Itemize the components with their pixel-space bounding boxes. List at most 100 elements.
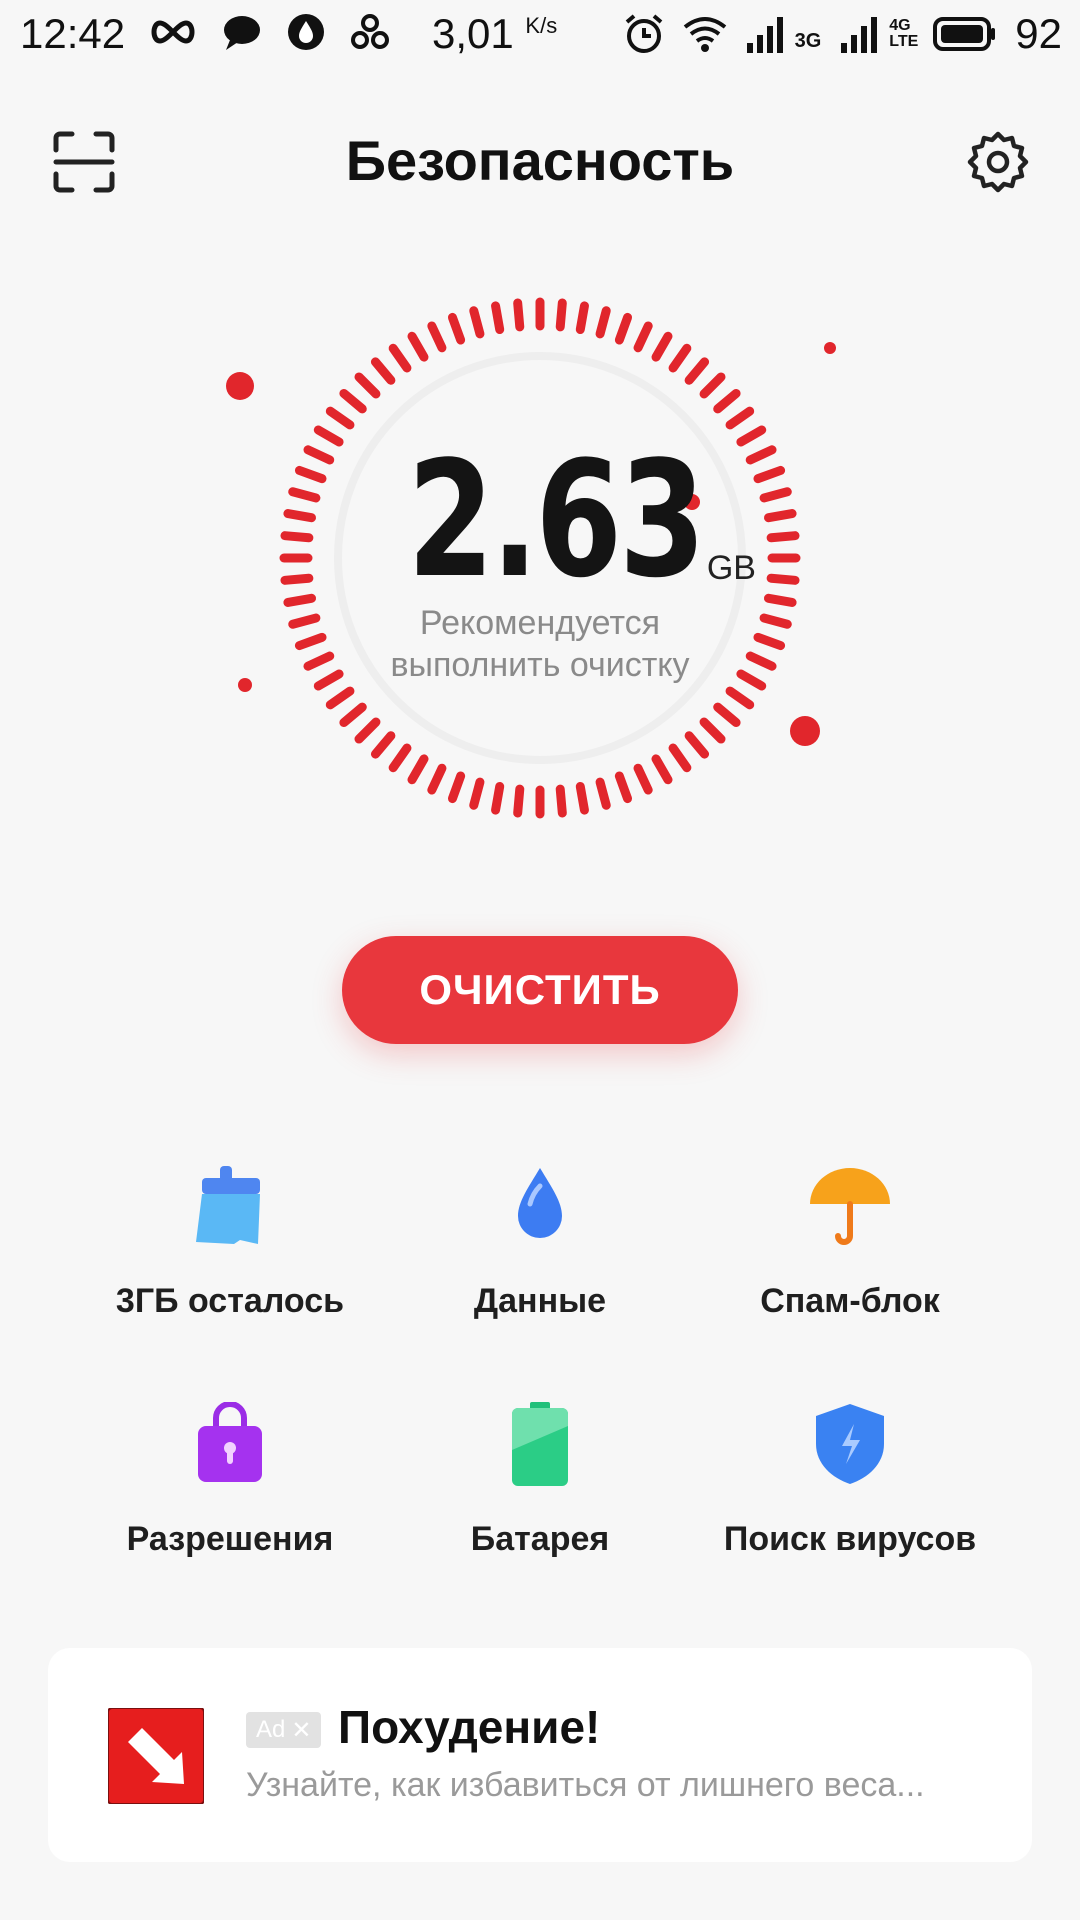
junk-size-unit: GB (706, 549, 756, 587)
alarm-icon (625, 14, 662, 53)
feature-permissions[interactable]: Разрешения (60, 1394, 400, 1594)
gauge-tick (491, 781, 505, 815)
ad-thumbnail (107, 1707, 205, 1805)
gauge-tick (513, 298, 525, 332)
security-screen: 12:42 3,01 K/s 3G 4G LTE 92 Безопасность… (0, 0, 1080, 1920)
gauge-tick (699, 372, 726, 399)
gauge-tick (699, 717, 726, 744)
water-drop-icon (490, 1156, 590, 1256)
gauge-tick (614, 312, 633, 345)
gauge-tick (388, 343, 412, 373)
gauge-tick (469, 777, 485, 810)
lock-bag-icon (180, 1394, 280, 1494)
gauge-tick (725, 686, 755, 710)
gauge-tick (325, 406, 355, 430)
gauge-tick (575, 781, 589, 815)
feature-label: Разрешения (126, 1520, 334, 1558)
battery-icon (490, 1394, 590, 1494)
gauge-tick (370, 731, 396, 759)
arrow-down-right-icon (107, 1707, 205, 1805)
infinity-icon (151, 20, 195, 44)
gauge-tick (595, 306, 611, 339)
speed-unit: K/s (525, 13, 558, 38)
gauge-tick (370, 357, 396, 385)
network-type-3g: 3G (794, 29, 822, 52)
ad-title: Похудение! (338, 1701, 601, 1753)
ad-badge-label: Ad (256, 1716, 286, 1743)
drop-app-icon (288, 14, 324, 50)
gauge-tick (555, 298, 567, 332)
gauge-tick (354, 717, 381, 744)
gauge-tick (427, 321, 447, 353)
battery-level: 92 (1015, 10, 1062, 57)
notification-icons (148, 12, 390, 52)
chat-icon (224, 16, 260, 50)
network-speed: 3,01 K/s (432, 10, 557, 58)
gauge-tick (633, 763, 653, 795)
network-type-lte: 4G LTE (889, 17, 919, 50)
gauge-tick (513, 784, 525, 818)
hint-line-1: Рекомендуется (419, 604, 661, 642)
feature-cleaner[interactable]: 3ГБ осталось (60, 1156, 400, 1356)
gauge-tick (595, 777, 611, 810)
shield-icon (800, 1394, 900, 1494)
gauge-tick (339, 388, 367, 414)
feature-spam-block[interactable]: Спам-блок (680, 1156, 1020, 1356)
feature-label: Поиск вирусов (723, 1520, 977, 1558)
close-icon: ✕ (291, 1716, 312, 1744)
feature-label: Батарея (470, 1520, 610, 1558)
gauge-hint: Рекомендуется выполнить очистку (230, 602, 850, 686)
system-icons: 3G 4G LTE 92 (623, 10, 1062, 58)
gauge-tick (447, 771, 466, 804)
gauge-tick (668, 743, 692, 773)
feature-battery[interactable]: Батарея (370, 1394, 710, 1594)
page-title: Безопасность (345, 129, 735, 192)
signal-icon-2 (841, 17, 878, 53)
gauge-tick (555, 784, 567, 818)
hint-line-2: выполнить очистку (390, 646, 690, 684)
status-bar: 12:42 3,01 K/s 3G 4G LTE 92 (0, 0, 1080, 66)
wifi-icon (683, 17, 726, 52)
gear-icon (967, 131, 1029, 193)
gauge-tick (407, 331, 429, 362)
gauge-tick (339, 702, 367, 728)
battery-status-icon (933, 17, 996, 51)
junk-size-value: 2.63 (407, 426, 706, 613)
gauge-tick (684, 357, 710, 385)
gauge-tick (469, 306, 485, 339)
feature-label: Спам-блок (760, 1282, 940, 1320)
gauge-tick (651, 754, 673, 785)
ad-description: Узнайте, как избавиться от лишнего веса.… (246, 1766, 925, 1804)
broom-icon (180, 1156, 280, 1256)
gauge-tick (713, 388, 741, 414)
ad-card[interactable]: Ad ✕ Похудение! Узнайте, как избавиться … (48, 1648, 1032, 1862)
gauge-tick (668, 343, 692, 373)
gauge-tick (651, 331, 673, 362)
gauge-tick (407, 754, 429, 785)
ad-badge[interactable]: Ad ✕ (246, 1712, 322, 1748)
gauge-tick (713, 702, 741, 728)
gauge-value-row: 2.63 GB (230, 440, 850, 600)
gauge-tick (325, 686, 355, 710)
gauge-tick (575, 301, 589, 335)
clean-button[interactable]: ОЧИСТИТЬ (342, 936, 738, 1044)
gauge-tick (427, 763, 447, 795)
settings-button[interactable] (966, 130, 1030, 194)
storage-gauge: 2.63 GB Рекомендуется выполнить очистку (230, 290, 850, 910)
gauge-tick (684, 731, 710, 759)
gauge-tick (614, 771, 633, 804)
feature-label: 3ГБ осталось (115, 1282, 345, 1320)
gauge-tick (447, 312, 466, 345)
status-time: 12:42 (20, 10, 126, 57)
app-header: Безопасность (0, 110, 1080, 210)
gauge-tick (633, 321, 653, 353)
signal-icon (746, 17, 783, 53)
gauge-tick (491, 301, 505, 335)
gauge-tick (725, 406, 755, 430)
umbrella-icon (800, 1156, 900, 1256)
feature-virus-scan[interactable]: Поиск вирусов (680, 1394, 1020, 1594)
feature-label: Данные (473, 1282, 607, 1320)
gauge-tick (388, 743, 412, 773)
speed-value: 3,01 (432, 10, 514, 57)
feature-data[interactable]: Данные (370, 1156, 710, 1356)
